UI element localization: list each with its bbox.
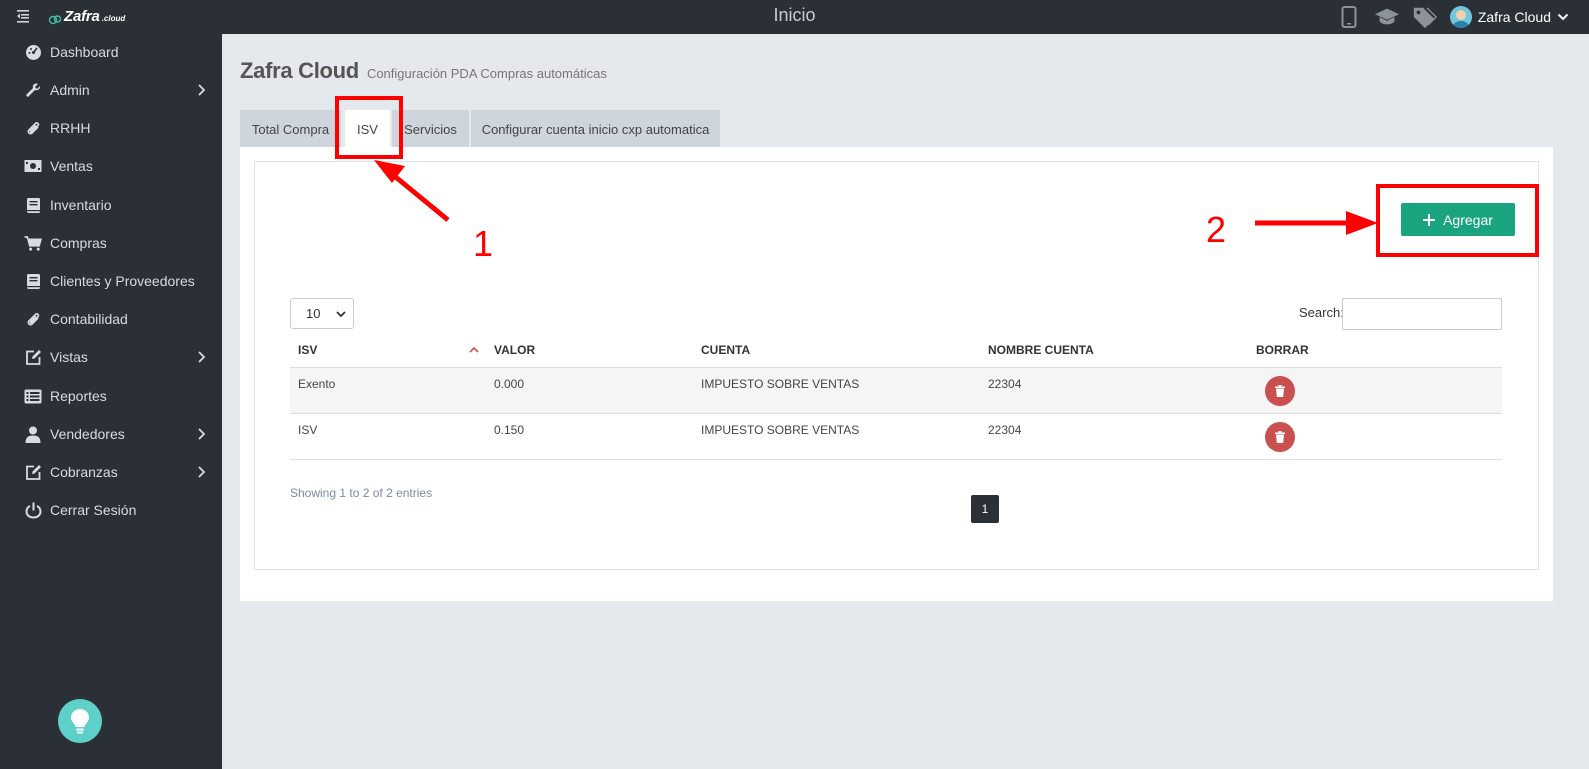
- cell-nombre-cuenta: 22304: [988, 423, 1022, 437]
- sidebar-item-vendedores[interactable]: Vendedores: [0, 416, 222, 452]
- list-icon: [24, 387, 42, 405]
- column-header-nombre-cuenta[interactable]: NOMBRE CUENTA: [988, 343, 1094, 357]
- column-header-isv[interactable]: ISV: [298, 343, 317, 357]
- search-input[interactable]: [1342, 298, 1502, 330]
- sidebar-item-dashboard[interactable]: Dashboard: [0, 34, 222, 70]
- cart-icon: [24, 234, 42, 252]
- sidebar-item-label: Reportes: [50, 388, 107, 404]
- power-icon: [24, 501, 42, 519]
- sidebar-item-cobranzas[interactable]: Cobranzas: [0, 454, 222, 490]
- annotation-label-2: 2: [1206, 209, 1227, 250]
- sidebar-item-label: Compras: [50, 235, 107, 251]
- tab-servicios[interactable]: Servicios: [392, 110, 469, 148]
- cell-nombre-cuenta: 22304: [988, 377, 1022, 391]
- book-icon: [24, 272, 42, 290]
- search-label: Search:: [1299, 305, 1344, 320]
- top-bar: Zafra .cloud Inicio Zafra Cloud: [0, 0, 1589, 34]
- tags-icon[interactable]: [1412, 4, 1438, 30]
- annotation-box-1: [335, 96, 403, 159]
- cell-isv: ISV: [298, 423, 318, 437]
- paperclip-icon: [24, 119, 42, 137]
- delete-button[interactable]: [1265, 376, 1295, 406]
- sidebar-item-label: Vistas: [50, 349, 88, 365]
- user-name: Zafra Cloud: [1477, 9, 1551, 25]
- sidebar-item-label: Ventas: [50, 158, 93, 174]
- dashboard-icon: [24, 43, 42, 61]
- delete-button[interactable]: [1265, 422, 1295, 452]
- chevron-down-icon: [1557, 13, 1569, 21]
- table-row: [290, 367, 1502, 413]
- page-length-select[interactable]: 10: [290, 298, 354, 329]
- sidebar-item-clientes-proveedores[interactable]: Clientes y Proveedores: [0, 263, 222, 299]
- book-icon: [24, 196, 42, 214]
- sidebar-item-label: Admin: [50, 82, 90, 98]
- avatar: [1449, 6, 1472, 28]
- pagination-page-1[interactable]: 1: [971, 495, 999, 523]
- sidebar-item-label: Clientes y Proveedores: [50, 273, 195, 289]
- sidebar-item-label: Inventario: [50, 197, 112, 213]
- sidebar-item-cerrar-sesion[interactable]: Cerrar Sesión: [0, 492, 222, 528]
- trash-icon: [1275, 431, 1285, 443]
- user-icon: [24, 425, 42, 443]
- table-info: Showing 1 to 2 of 2 entries: [290, 486, 433, 500]
- page-subtitle: Configuración PDA Compras automáticas: [366, 66, 607, 81]
- sidebar-item-compras[interactable]: Compras: [0, 225, 222, 261]
- isv-card: [254, 161, 1539, 570]
- column-header-cuenta[interactable]: CUENTA: [701, 343, 750, 357]
- top-actions: Zafra Cloud: [1336, 4, 1569, 30]
- sidebar-item-vistas[interactable]: Vistas: [0, 339, 222, 375]
- wrench-icon: [24, 81, 42, 99]
- sidebar-item-label: Cobranzas: [50, 464, 118, 480]
- cell-cuenta: IMPUESTO SOBRE VENTAS: [701, 423, 860, 437]
- sidebar-item-label: RRHH: [50, 120, 91, 136]
- sidebar: Dashboard Admin RRHH Ventas Inventario C…: [0, 34, 222, 769]
- graduation-cap-icon[interactable]: [1374, 4, 1400, 30]
- trash-icon: [1275, 385, 1285, 397]
- sidebar-item-label: Contabilidad: [50, 311, 128, 327]
- tab-configurar-cuenta[interactable]: Configurar cuenta inicio cxp automatica: [471, 110, 720, 148]
- paperclip-icon: [24, 310, 42, 328]
- annotation-label-1: 1: [473, 223, 494, 264]
- sidebar-item-label: Vendedores: [50, 426, 125, 442]
- table-bottom-border: [290, 459, 1502, 460]
- sidebar-item-ventas[interactable]: Ventas: [0, 148, 222, 184]
- sidebar-item-admin[interactable]: Admin: [0, 72, 222, 108]
- lightbulb-icon[interactable]: [58, 699, 102, 743]
- sort-ascending-icon[interactable]: [468, 345, 480, 355]
- page-title: Zafra Cloud: [240, 58, 359, 83]
- cell-valor: 0.000: [494, 377, 525, 391]
- page-header: Zafra Cloud Configuración PDA Compras au…: [240, 58, 607, 84]
- cell-isv: Exento: [298, 377, 336, 391]
- chevron-down-icon: [336, 311, 346, 318]
- sidebar-item-rrhh[interactable]: RRHH: [0, 110, 222, 146]
- user-menu[interactable]: Zafra Cloud: [1449, 6, 1569, 28]
- column-header-borrar[interactable]: BORRAR: [1256, 343, 1309, 357]
- chevron-right-icon: [198, 84, 206, 96]
- page-length-value: 10: [306, 306, 321, 321]
- annotation-box-2: [1376, 184, 1539, 257]
- cell-cuenta: IMPUESTO SOBRE VENTAS: [701, 377, 860, 391]
- sidebar-item-label: Cerrar Sesión: [50, 502, 137, 518]
- edit-icon: [24, 463, 42, 481]
- chevron-right-icon: [198, 466, 206, 478]
- mobile-icon[interactable]: [1336, 4, 1362, 30]
- sidebar-item-contabilidad[interactable]: Contabilidad: [0, 301, 222, 337]
- tab-total-compra[interactable]: Total Compra: [240, 110, 341, 148]
- cell-valor: 0.150: [494, 423, 525, 437]
- sidebar-item-reportes[interactable]: Reportes: [0, 378, 222, 414]
- sidebar-item-inventario[interactable]: Inventario: [0, 187, 222, 223]
- chevron-right-icon: [198, 428, 206, 440]
- edit-icon: [24, 348, 42, 366]
- table-row: [290, 413, 1502, 459]
- chevron-right-icon: [198, 351, 206, 363]
- sidebar-item-label: Dashboard: [50, 44, 119, 60]
- money-icon: [24, 157, 42, 175]
- column-header-valor[interactable]: VALOR: [494, 343, 535, 357]
